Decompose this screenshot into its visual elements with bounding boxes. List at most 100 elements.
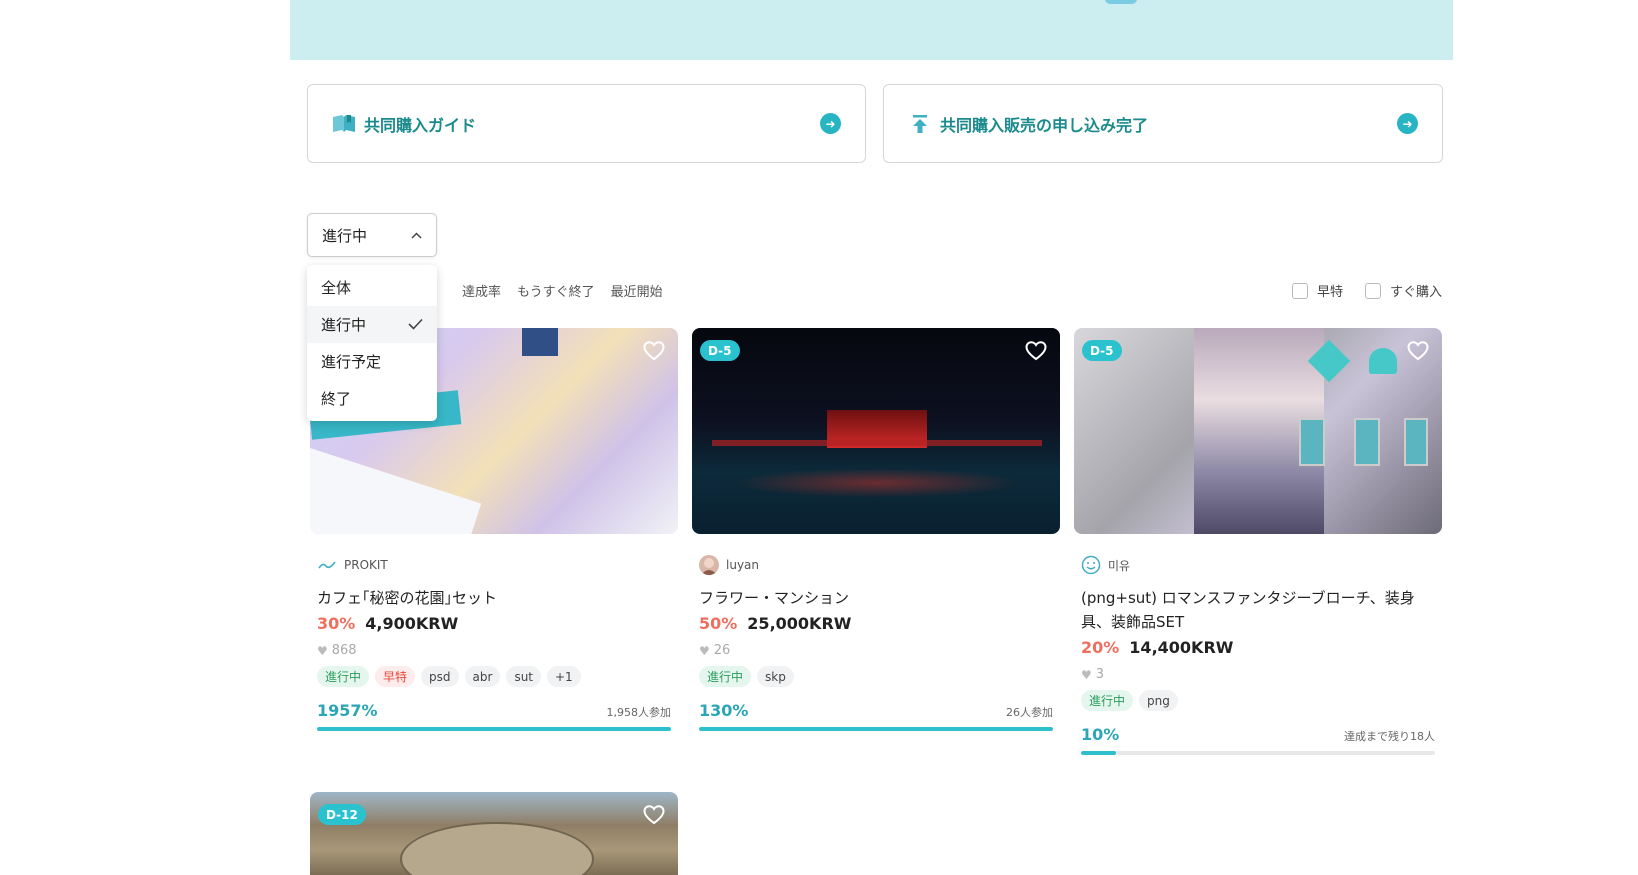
banner-indicator (1105, 0, 1137, 4)
progress-bar-fill (699, 727, 1053, 731)
heart-icon[interactable] (1406, 340, 1430, 362)
achievement-percent: 130% (699, 701, 749, 720)
like-count-value: 26 (713, 643, 731, 658)
price-row: 30% 4,900KRW (317, 614, 678, 633)
heart-small-icon: ♥ (317, 643, 328, 658)
tag: psd (421, 666, 459, 687)
arrow-right-icon: ➜ (1397, 113, 1418, 134)
achievement-percent: 10% (1081, 725, 1120, 744)
status-select[interactable]: 進行中 (307, 213, 437, 257)
option-label: 全体 (321, 279, 352, 297)
heart-small-icon: ♥ (1081, 667, 1092, 682)
progress-bar-fill (1081, 751, 1117, 755)
progress-info: 130% 26人参加 (699, 701, 1053, 720)
top-banner[interactable] (290, 0, 1453, 60)
seller-name: luyan (726, 558, 759, 572)
progress-bar (699, 727, 1053, 731)
option-label: 進行中 (321, 316, 367, 334)
dropdown-option-ended[interactable]: 終了 (307, 380, 437, 417)
checkbox[interactable] (1364, 282, 1381, 299)
guide-label: 共同購入ガイド (364, 115, 477, 135)
status-select-value: 進行中 (322, 226, 368, 245)
discount-rate: 30% (317, 614, 356, 633)
thumb-decor (712, 440, 1042, 446)
progress-info: 10% 達成まで残り18人 (1081, 725, 1435, 744)
guide-label: 共同購入販売の申し込み完了 (940, 115, 1149, 135)
filter-instant[interactable]: すぐ購入 (1364, 281, 1442, 300)
dday-badge: D-5 (1082, 340, 1122, 361)
seller-info[interactable]: 미유 (1081, 554, 1442, 576)
tag-status: 進行中 (317, 666, 370, 687)
dropdown-option-all[interactable]: 全体 (307, 269, 437, 306)
like-count-value: 868 (331, 643, 357, 658)
product-title[interactable]: カフェ｢秘密の花園｣セット (317, 586, 667, 610)
sort-recent[interactable]: 最近開始 (611, 281, 663, 300)
smile-icon (1081, 555, 1101, 575)
achievement-percent: 1957% (317, 701, 378, 720)
tag: sut (506, 666, 541, 687)
dropdown-option-in-progress[interactable]: 進行中 (307, 306, 437, 343)
price: 4,900KRW (365, 614, 459, 633)
tag: skp (757, 666, 794, 687)
dday-badge: D-12 (318, 804, 366, 825)
price-row: 20% 14,400KRW (1081, 638, 1442, 657)
progress-bar (1081, 751, 1435, 755)
product-card[interactable]: D-12 (310, 792, 678, 875)
product-thumbnail[interactable]: D-12 (310, 792, 678, 875)
participants: 1,958人参加 (606, 706, 672, 719)
arrow-right-icon: ➜ (820, 113, 841, 134)
seller-name: PROKIT (344, 558, 388, 572)
guide-card-selling[interactable]: 共同購入販売の申し込み完了 ➜ (883, 84, 1443, 163)
tag-more: +1 (547, 666, 581, 687)
like-count: ♥ 3 (1081, 667, 1442, 682)
product-thumbnail[interactable]: D-5 (1074, 328, 1442, 534)
option-label: 進行予定 (321, 353, 382, 371)
filter-early[interactable]: 早特 (1291, 281, 1343, 300)
filter-label: 早特 (1316, 285, 1343, 300)
price-row: 50% 25,000KRW (699, 614, 1060, 633)
seller-info[interactable]: luyan (699, 554, 1060, 576)
thumb-decor (1404, 418, 1428, 466)
price: 14,400KRW (1129, 638, 1234, 657)
dropdown-option-upcoming[interactable]: 進行予定 (307, 343, 437, 380)
product-thumbnail[interactable]: D-5 (692, 328, 1060, 534)
thumb-decor (732, 468, 1022, 498)
sort-achievement-rate[interactable]: 達成率 (462, 281, 501, 300)
thumb-decor (1354, 418, 1380, 466)
thumb-decor (1299, 418, 1325, 466)
heart-icon[interactable] (1024, 340, 1048, 362)
product-title[interactable]: フラワー・マンション (699, 586, 1049, 610)
thumb-decor (522, 328, 558, 356)
tag-early: 早特 (375, 666, 416, 687)
like-count: ♥ 868 (317, 643, 678, 658)
filter-label: すぐ購入 (1389, 285, 1442, 300)
progress-info: 1957% 1,958人参加 (317, 701, 671, 720)
thumb-decor (1369, 348, 1397, 374)
like-count: ♥ 26 (699, 643, 1060, 658)
price: 25,000KRW (747, 614, 852, 633)
tag: abr (464, 666, 501, 687)
seller-info[interactable]: PROKIT (317, 554, 678, 576)
status-dropdown-menu: 全体 進行中 進行予定 終了 (307, 265, 437, 421)
product-card[interactable]: D-5 미유 (png+sut) ロマンスファンタジーブローチ、装身具、装飾品S… (1074, 328, 1442, 755)
option-label: 終了 (321, 390, 352, 408)
check-icon (408, 316, 423, 334)
like-count-value: 3 (1095, 667, 1105, 682)
product-title[interactable]: (png+sut) ロマンスファンタジーブローチ、装身具、装飾品SET (1081, 586, 1431, 634)
progress-bar-fill (317, 727, 671, 731)
participants: 26人参加 (1006, 706, 1053, 719)
upload-arrow-icon (908, 112, 932, 136)
checkbox[interactable] (1291, 282, 1308, 299)
seller-logo (317, 555, 337, 575)
chevron-up-icon (411, 229, 422, 242)
sort-ending-soon[interactable]: もうすぐ終了 (517, 281, 595, 300)
guide-card-buying[interactable]: 共同購入ガイド ➜ (307, 84, 866, 163)
heart-icon[interactable] (642, 340, 666, 362)
heart-icon[interactable] (642, 804, 666, 826)
tag-status: 進行中 (1081, 690, 1134, 711)
heart-small-icon: ♥ (699, 643, 710, 658)
product-card[interactable]: D-5 luyan フラワー・マンション 50% 25,000KRW ♥ 26 … (692, 328, 1060, 731)
seller-name: 미유 (1108, 558, 1131, 573)
sort-bar: 達成率 もうすぐ終了 最近開始 (462, 281, 679, 300)
progress-bar (317, 727, 671, 731)
